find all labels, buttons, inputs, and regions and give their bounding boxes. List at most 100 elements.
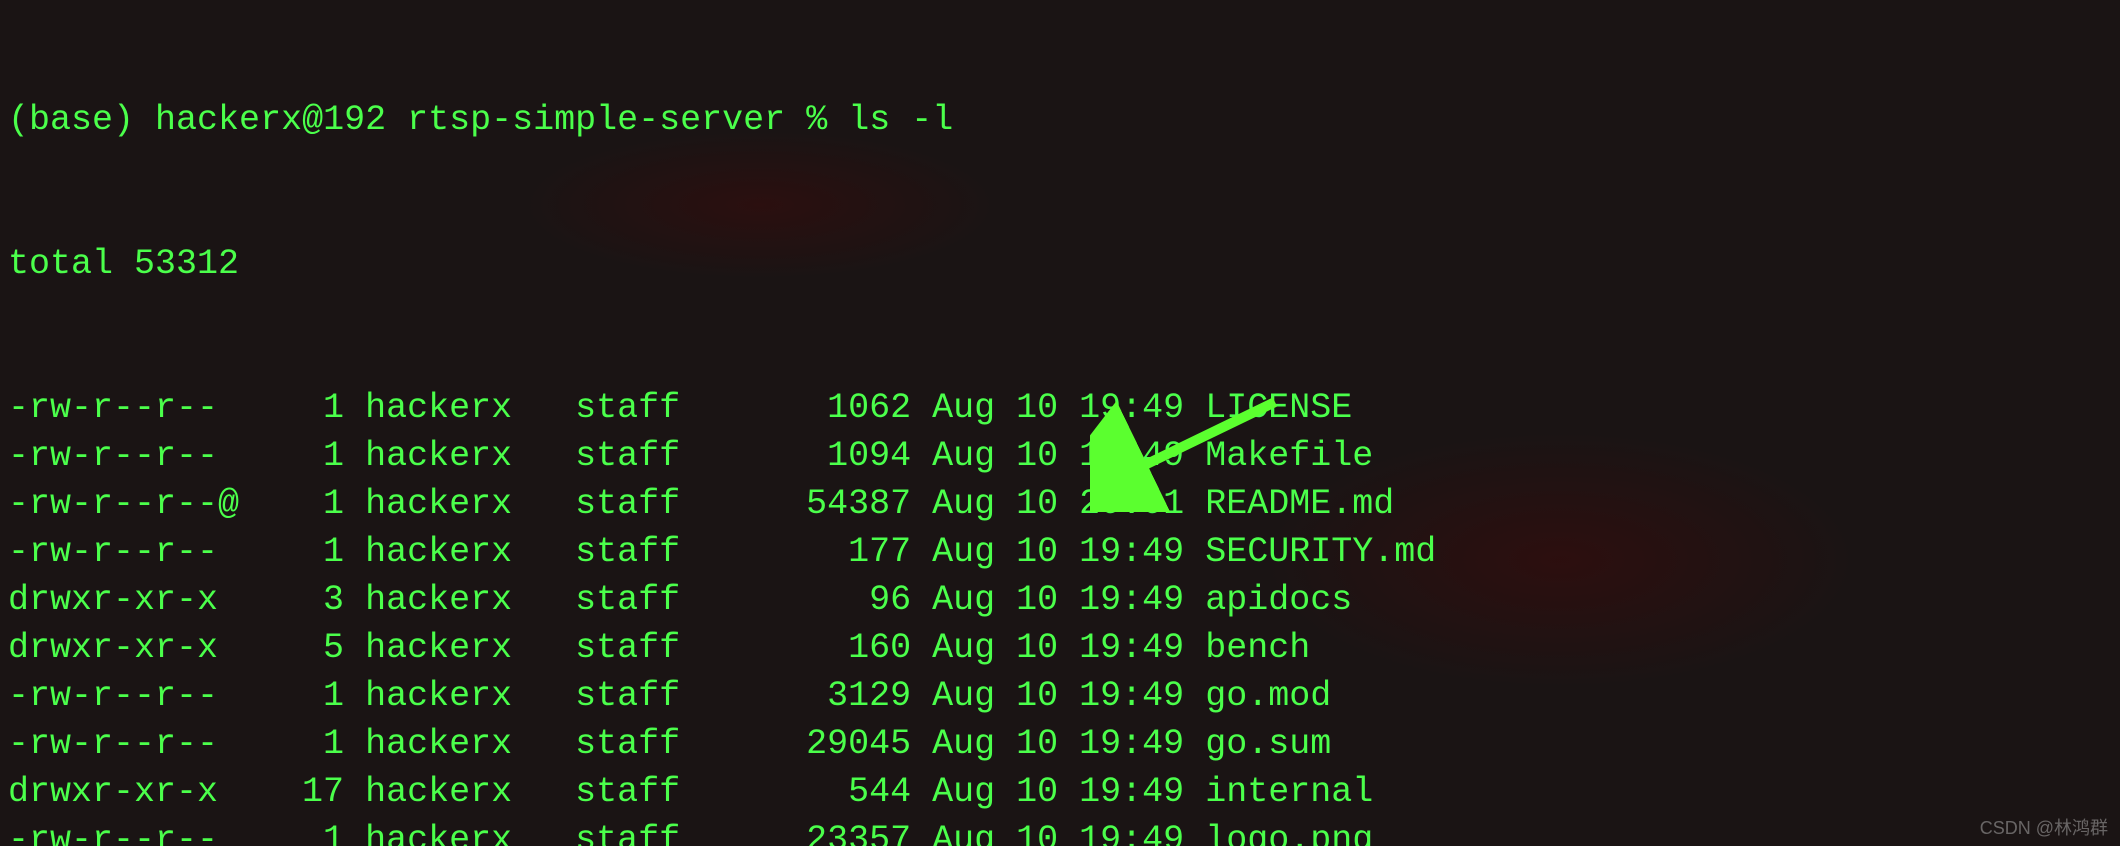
file-group: staff bbox=[575, 768, 701, 816]
file-row: -rw-r--r-- 1 hackerx staff 23357 Aug10 1… bbox=[8, 816, 2112, 846]
file-perms: -rw-r--r-- bbox=[8, 432, 239, 480]
file-time: 19:49 bbox=[1079, 672, 1184, 720]
file-size: 23357 bbox=[722, 816, 911, 846]
file-time: 19:49 bbox=[1079, 528, 1184, 576]
file-user: hackerx bbox=[365, 816, 533, 846]
file-time: 19:49 bbox=[1079, 768, 1184, 816]
file-name: SECURITY.md bbox=[1205, 528, 1436, 576]
file-user: hackerx bbox=[365, 720, 533, 768]
file-day: 10 bbox=[1016, 528, 1058, 576]
file-time: 19:49 bbox=[1079, 432, 1184, 480]
file-size: 160 bbox=[722, 624, 911, 672]
file-row: drwxr-xr-x 5 hackerx staff 160 Aug10 19:… bbox=[8, 624, 2112, 672]
file-month: Aug bbox=[932, 576, 1016, 624]
file-month: Aug bbox=[932, 720, 1016, 768]
prompt-user-host: hackerx@192 bbox=[155, 100, 386, 140]
file-month: Aug bbox=[932, 816, 1016, 846]
file-row: drwxr-xr-x 17 hackerx staff 544 Aug10 19… bbox=[8, 768, 2112, 816]
file-perms: -rw-r--r-- bbox=[8, 528, 239, 576]
file-links: 1 bbox=[260, 528, 344, 576]
file-user: hackerx bbox=[365, 576, 533, 624]
file-perms: -rw-r--r--@ bbox=[8, 480, 239, 528]
file-day: 10 bbox=[1016, 816, 1058, 846]
file-row: -rw-r--r-- 1 hackerx staff 1094 Aug10 19… bbox=[8, 432, 2112, 480]
file-name: LICENSE bbox=[1205, 384, 1352, 432]
prompt-env: (base) bbox=[8, 100, 134, 140]
file-links: 3 bbox=[260, 576, 344, 624]
file-day: 10 bbox=[1016, 480, 1058, 528]
file-row: -rw-r--r-- 1 hackerx staff 177 Aug10 19:… bbox=[8, 528, 2112, 576]
file-size: 96 bbox=[722, 576, 911, 624]
file-size: 3129 bbox=[722, 672, 911, 720]
file-group: staff bbox=[575, 576, 701, 624]
file-day: 10 bbox=[1016, 768, 1058, 816]
prompt-symbol: % bbox=[806, 100, 827, 140]
file-links: 17 bbox=[260, 768, 344, 816]
file-links: 1 bbox=[260, 432, 344, 480]
file-perms: -rw-r--r-- bbox=[8, 720, 239, 768]
file-time: 19:49 bbox=[1079, 720, 1184, 768]
file-group: staff bbox=[575, 480, 701, 528]
file-perms: drwxr-xr-x bbox=[8, 624, 239, 672]
file-month: Aug bbox=[932, 480, 1016, 528]
file-month: Aug bbox=[932, 432, 1016, 480]
file-size: 544 bbox=[722, 768, 911, 816]
file-row: -rw-r--r-- 1 hackerx staff 3129 Aug10 19… bbox=[8, 672, 2112, 720]
file-links: 1 bbox=[260, 816, 344, 846]
file-month: Aug bbox=[932, 624, 1016, 672]
file-day: 10 bbox=[1016, 384, 1058, 432]
file-time: 20:01 bbox=[1079, 480, 1184, 528]
file-perms: drwxr-xr-x bbox=[8, 768, 239, 816]
prompt-command: ls -l bbox=[848, 100, 953, 140]
file-day: 10 bbox=[1016, 672, 1058, 720]
file-row: -rw-r--r-- 1 hackerx staff 1062 Aug10 19… bbox=[8, 384, 2112, 432]
file-user: hackerx bbox=[365, 480, 533, 528]
file-size: 177 bbox=[722, 528, 911, 576]
file-time: 19:49 bbox=[1079, 816, 1184, 846]
file-links: 1 bbox=[260, 720, 344, 768]
file-perms: -rw-r--r-- bbox=[8, 384, 239, 432]
file-user: hackerx bbox=[365, 624, 533, 672]
file-size: 54387 bbox=[722, 480, 911, 528]
file-month: Aug bbox=[932, 768, 1016, 816]
file-name: logo.png bbox=[1205, 816, 1373, 846]
file-name: internal bbox=[1205, 768, 1373, 816]
file-group: staff bbox=[575, 816, 701, 846]
watermark: CSDN @林鸿群 bbox=[1980, 814, 2108, 840]
file-name: go.mod bbox=[1205, 672, 1331, 720]
file-links: 1 bbox=[260, 672, 344, 720]
file-size: 1062 bbox=[722, 384, 911, 432]
file-day: 10 bbox=[1016, 432, 1058, 480]
prompt-line: (base) hackerx@192 rtsp-simple-server % … bbox=[8, 96, 2112, 144]
file-user: hackerx bbox=[365, 432, 533, 480]
file-time: 19:49 bbox=[1079, 624, 1184, 672]
file-group: staff bbox=[575, 672, 701, 720]
file-user: hackerx bbox=[365, 528, 533, 576]
file-name: apidocs bbox=[1205, 576, 1352, 624]
file-size: 29045 bbox=[722, 720, 911, 768]
file-group: staff bbox=[575, 432, 701, 480]
file-group: staff bbox=[575, 528, 701, 576]
file-size: 1094 bbox=[722, 432, 911, 480]
file-day: 10 bbox=[1016, 576, 1058, 624]
file-links: 1 bbox=[260, 384, 344, 432]
total-line: total 53312 bbox=[8, 240, 2112, 288]
file-day: 10 bbox=[1016, 624, 1058, 672]
file-month: Aug bbox=[932, 672, 1016, 720]
file-user: hackerx bbox=[365, 384, 533, 432]
file-links: 5 bbox=[260, 624, 344, 672]
file-row: drwxr-xr-x 3 hackerx staff 96 Aug10 19:4… bbox=[8, 576, 2112, 624]
file-group: staff bbox=[575, 720, 701, 768]
file-row: -rw-r--r-- 1 hackerx staff 29045 Aug10 1… bbox=[8, 720, 2112, 768]
file-user: hackerx bbox=[365, 768, 533, 816]
file-links: 1 bbox=[260, 480, 344, 528]
file-perms: -rw-r--r-- bbox=[8, 672, 239, 720]
file-group: staff bbox=[575, 384, 701, 432]
prompt-cwd: rtsp-simple-server bbox=[407, 100, 785, 140]
file-perms: drwxr-xr-x bbox=[8, 576, 239, 624]
file-row: -rw-r--r--@ 1 hackerx staff 54387 Aug10 … bbox=[8, 480, 2112, 528]
file-time: 19:49 bbox=[1079, 576, 1184, 624]
file-month: Aug bbox=[932, 528, 1016, 576]
file-day: 10 bbox=[1016, 720, 1058, 768]
file-name: bench bbox=[1205, 624, 1310, 672]
